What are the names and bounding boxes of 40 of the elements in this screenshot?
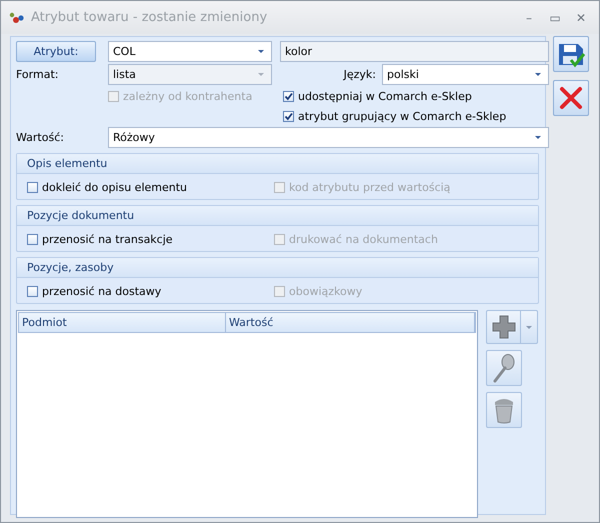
- language-label: Język:: [342, 68, 376, 81]
- trash-icon: [493, 396, 515, 424]
- plus-icon: [492, 315, 516, 339]
- checkbox[interactable]: [27, 182, 38, 192]
- format-label: Format:: [16, 68, 60, 81]
- checkbox-label: atrybut grupujący w Comarch e-Sklep: [298, 110, 506, 122]
- checkbox-label: przenosić na dostawy: [42, 284, 162, 298]
- column-header[interactable]: Podmiot: [19, 313, 226, 332]
- save-button[interactable]: [553, 36, 589, 72]
- window-title: Atrybut towaru - zostanie zmieniony: [31, 10, 268, 25]
- value-label: Wartość:: [16, 131, 65, 144]
- search-button[interactable]: [486, 350, 522, 386]
- window-control[interactable]: ✕: [571, 10, 591, 24]
- checkbox-label: przenosić na transakcje: [42, 232, 173, 246]
- checkbox-label: kod atrybutu przed wartością: [289, 180, 450, 194]
- column-header[interactable]: Wartość: [226, 313, 475, 332]
- app-icon: [9, 12, 25, 24]
- checkbox-label: dokleić do opisu elementu: [42, 180, 188, 194]
- close-icon: [558, 85, 584, 111]
- checkbox-label: zależny od kontrahenta: [123, 90, 252, 102]
- cancel-button[interactable]: [553, 80, 589, 116]
- checkbox-label: drukować na dokumentach: [289, 232, 438, 246]
- dropdown[interactable]: Różowy: [108, 127, 549, 148]
- window-control[interactable]: –: [519, 10, 539, 24]
- magnifier-icon: [491, 353, 517, 383]
- dropdown[interactable]: COL: [108, 41, 272, 62]
- checkbox[interactable]: [27, 286, 38, 296]
- group-header: Opis elementu: [17, 154, 538, 174]
- checkbox-label: udostępniaj w Comarch e-Sklep: [298, 90, 472, 102]
- checkbox[interactable]: [27, 234, 38, 244]
- text-field[interactable]: kolor: [280, 41, 549, 62]
- window-control[interactable]: ▭: [545, 10, 565, 24]
- group-header: Pozycje dokumentu: [17, 206, 538, 226]
- checkbox[interactable]: [283, 110, 294, 122]
- checkbox[interactable]: [283, 90, 294, 102]
- checkbox-label: obowiązkowy: [289, 284, 362, 298]
- dropdown[interactable]: polski: [382, 64, 549, 85]
- group-header: Pozycje, zasoby: [17, 258, 538, 278]
- attribute-button[interactable]: Atrybut:: [16, 41, 96, 62]
- delete-button[interactable]: [486, 392, 522, 428]
